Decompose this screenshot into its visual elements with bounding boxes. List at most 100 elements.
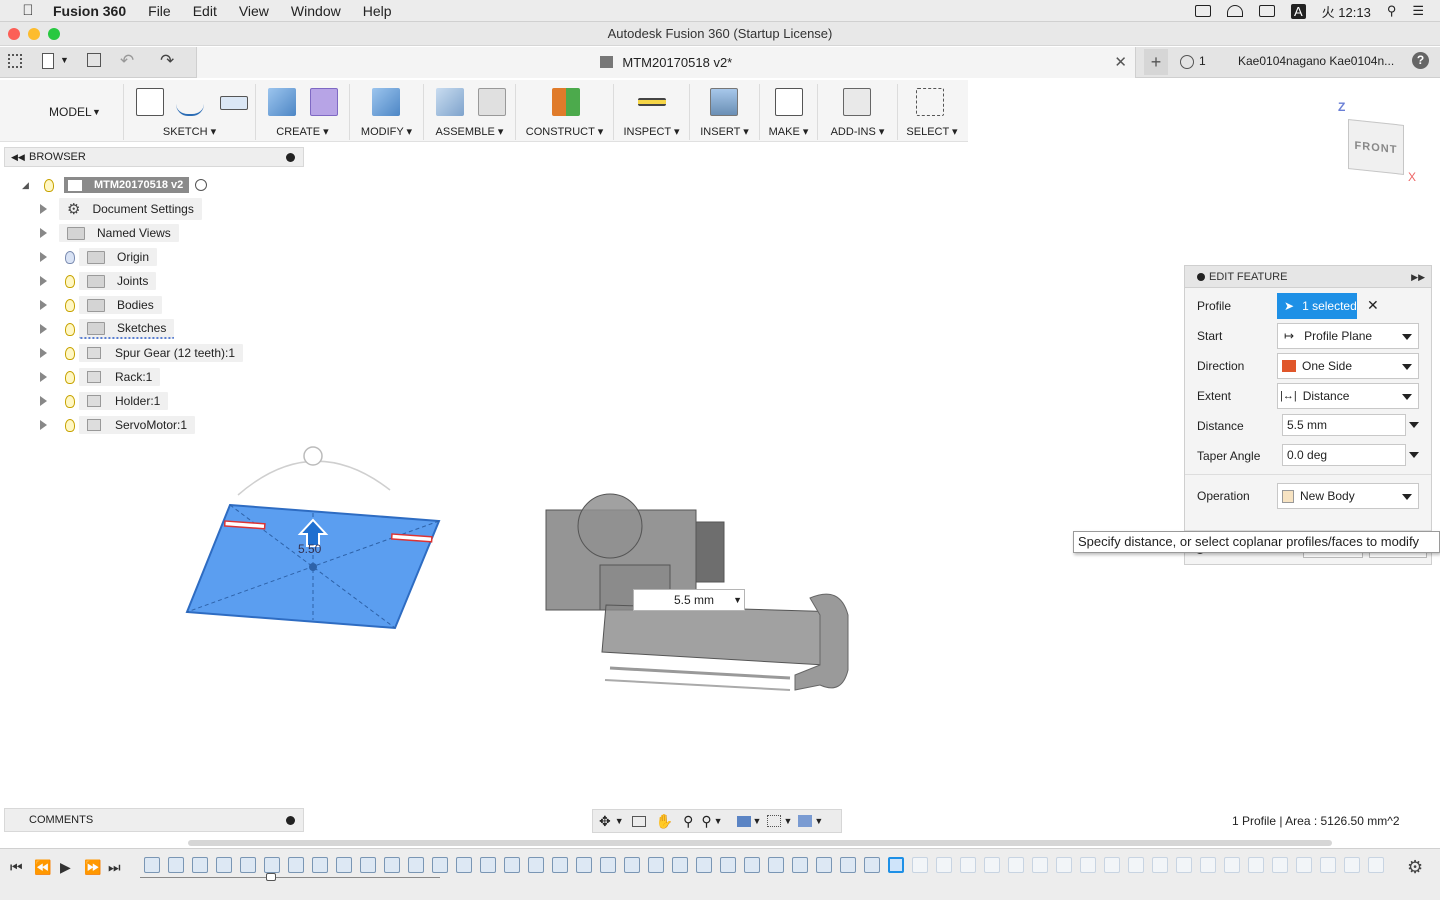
taper-angle-input[interactable]: 0.0 deg	[1282, 444, 1406, 466]
create-menu[interactable]: CREATE ▾	[256, 125, 349, 138]
start-select[interactable]: ↦ Profile Plane	[1277, 323, 1419, 349]
timeline-feature-icon[interactable]	[432, 857, 448, 873]
timeline-feature-icon[interactable]	[1248, 857, 1264, 873]
browser-item-spur-gear[interactable]: Spur Gear (12 teeth):1	[40, 343, 244, 363]
save-icon[interactable]	[87, 53, 101, 67]
close-window-button[interactable]	[8, 28, 20, 40]
menu-help[interactable]: Help	[363, 3, 392, 19]
timeline-feature-icon[interactable]	[264, 857, 280, 873]
data-panel-grid-icon[interactable]	[8, 54, 22, 68]
extent-select[interactable]: |↔| Distance	[1277, 383, 1419, 409]
make-menu[interactable]: MAKE ▾	[760, 125, 817, 138]
timeline-feature-icon[interactable]	[1080, 857, 1096, 873]
browser-item-rack[interactable]: Rack:1	[40, 367, 161, 387]
file-dropdown-icon[interactable]: ▼	[60, 55, 69, 65]
expand-icon[interactable]	[40, 276, 47, 286]
notification-center-icon[interactable]: ☰	[1412, 3, 1424, 19]
timeline-feature-icon[interactable]	[936, 857, 952, 873]
visibility-bulb-icon[interactable]	[65, 370, 75, 384]
3d-print-icon[interactable]	[775, 88, 803, 116]
orbit-dropdown-icon[interactable]: ▼	[615, 816, 624, 826]
expand-icon[interactable]	[40, 300, 47, 310]
timeline-go-start-icon[interactable]: ⏮	[10, 859, 23, 876]
dropdown-icon[interactable]: ▼	[733, 595, 742, 605]
toolbar-group-construct[interactable]: CONSTRUCT ▾	[516, 84, 614, 140]
timeline-feature-icon[interactable]	[1296, 857, 1312, 873]
redo-icon[interactable]: ↷	[160, 51, 174, 71]
browser-item-sketches[interactable]: Sketches	[40, 319, 175, 339]
timeline-feature-icon[interactable]	[1152, 857, 1168, 873]
timeline-feature-icon[interactable]	[408, 857, 424, 873]
timeline-feature-icon[interactable]	[240, 857, 256, 873]
timeline-feature-icon[interactable]	[1272, 857, 1288, 873]
timeline-feature-icon[interactable]	[720, 857, 736, 873]
new-component-icon[interactable]	[436, 88, 464, 116]
apple-menu-icon[interactable]: 	[17, 2, 39, 19]
timeline-feature-icon[interactable]	[744, 857, 760, 873]
operation-select[interactable]: New Body	[1277, 483, 1419, 509]
browser-item-document-settings[interactable]: ⚙ Document Settings	[40, 198, 202, 220]
timeline-feature-icon[interactable]	[864, 857, 880, 873]
addins-menu[interactable]: ADD-INS ▾	[818, 125, 897, 138]
browser-root[interactable]: ◢ MTM20170518 v2	[22, 175, 208, 195]
orbit-icon[interactable]: ✥	[599, 813, 611, 830]
timeline-feature-icon[interactable]	[768, 857, 784, 873]
expand-icon[interactable]	[40, 228, 47, 238]
battery-icon[interactable]	[1258, 5, 1275, 17]
timeline-feature-icon[interactable]	[384, 857, 400, 873]
grid-icon[interactable]	[767, 815, 782, 827]
timeline-feature-icon[interactable]	[168, 857, 184, 873]
fit-dropdown-icon[interactable]: ▼	[714, 816, 723, 826]
timeline-feature-icon[interactable]	[1104, 857, 1120, 873]
user-account[interactable]: Kae0104nagano Kae0104n...	[1238, 54, 1394, 68]
timeline-feature-icon[interactable]	[672, 857, 688, 873]
line-icon[interactable]	[176, 88, 204, 116]
toolbar-group-sketch[interactable]: SKETCH ▾	[124, 84, 256, 140]
menu-window[interactable]: Window	[291, 3, 341, 19]
timeline-feature-icon[interactable]	[1344, 857, 1360, 873]
inspect-menu[interactable]: INSPECT ▾	[614, 125, 689, 138]
timeline-feature-icon[interactable]	[456, 857, 472, 873]
profile-select-button[interactable]: ➤ 1 selected	[1277, 293, 1357, 319]
look-at-icon[interactable]	[631, 815, 646, 827]
menubar-clock[interactable]: 火 12:13	[1322, 2, 1371, 21]
timeline-feature-icon[interactable]	[552, 857, 568, 873]
timeline-feature-icon[interactable]	[600, 857, 616, 873]
timeline-feature-icon[interactable]	[504, 857, 520, 873]
toolbar-group-inspect[interactable]: INSPECT ▾	[614, 84, 690, 140]
timeline-feature-icon[interactable]	[1224, 857, 1240, 873]
distance-manipulator-input[interactable]: 5.5 mm ▼	[633, 589, 745, 611]
job-status-icon[interactable]	[1180, 55, 1194, 69]
timeline-feature-icon[interactable]	[192, 857, 208, 873]
menu-view[interactable]: View	[239, 3, 269, 19]
timeline-feature-icon[interactable]	[648, 857, 664, 873]
timeline-feature-icon[interactable]	[144, 857, 160, 873]
clear-selection-icon[interactable]: ✕	[1367, 297, 1379, 314]
insert-image-icon[interactable]	[710, 88, 738, 116]
timeline-step-forward-icon[interactable]: ⏩	[84, 859, 101, 876]
visibility-bulb-icon[interactable]	[65, 322, 75, 336]
browser-item-holder[interactable]: Holder:1	[40, 391, 169, 411]
sketch-menu[interactable]: SKETCH ▾	[124, 125, 255, 138]
measure-icon[interactable]	[638, 98, 666, 106]
timeline-feature-icon[interactable]	[1176, 857, 1192, 873]
activate-component-icon[interactable]	[195, 179, 208, 191]
select-menu[interactable]: SELECT ▾	[898, 125, 966, 138]
offset-plane-icon[interactable]	[552, 88, 580, 116]
timeline-feature-icon[interactable]	[888, 857, 904, 873]
distance-manipulator-value[interactable]: 5.5 mm	[674, 593, 714, 607]
viewcube-front-face[interactable]: FRONT	[1348, 119, 1404, 175]
timeline-feature-icon[interactable]	[984, 857, 1000, 873]
wifi-icon[interactable]	[1226, 5, 1243, 17]
rotation-handle[interactable]	[303, 446, 323, 466]
browser-item-origin[interactable]: Origin	[40, 247, 158, 267]
browser-item-joints[interactable]: Joints	[40, 271, 157, 291]
timeline-feature-icon[interactable]	[1368, 857, 1384, 873]
press-pull-icon[interactable]	[372, 88, 400, 116]
undo-icon[interactable]: ↶	[120, 51, 134, 71]
distance-input-value[interactable]: 5.5 mm	[1287, 418, 1327, 432]
zoom-window-button[interactable]	[48, 28, 60, 40]
browser-item-bodies[interactable]: Bodies	[40, 295, 162, 315]
timeline-feature-icon[interactable]	[1200, 857, 1216, 873]
visibility-bulb-icon[interactable]	[44, 178, 54, 192]
